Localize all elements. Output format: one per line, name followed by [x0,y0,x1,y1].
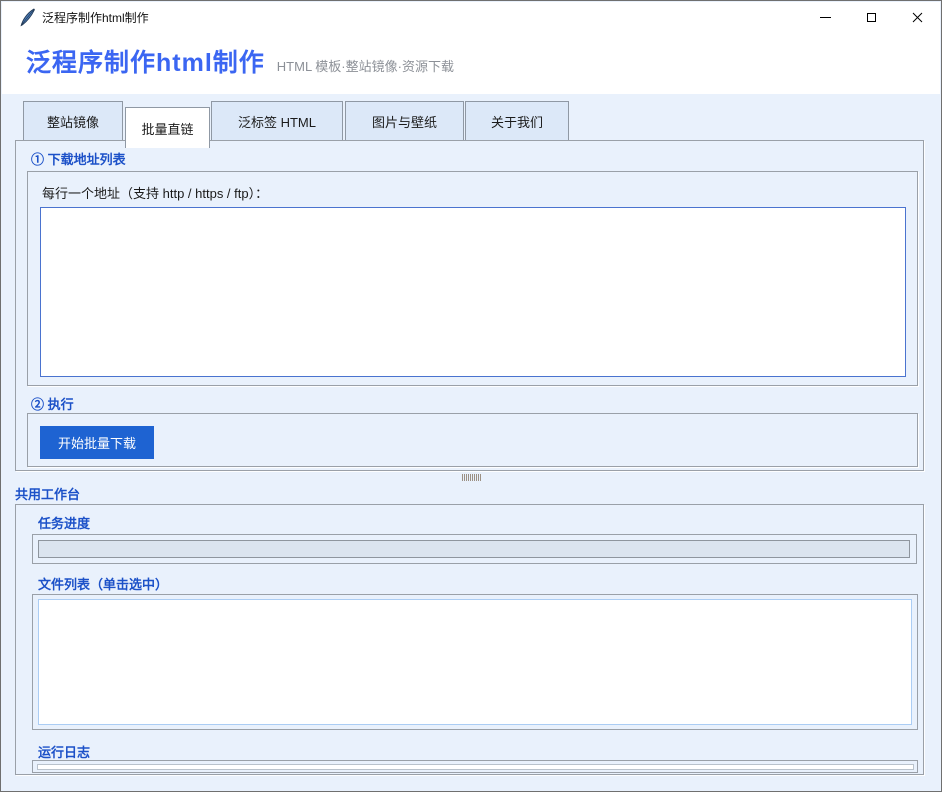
tab-batch-links[interactable]: 批量直链 [125,107,210,148]
progress-bar [38,540,910,558]
minimize-button[interactable] [802,2,848,32]
download-list-section-label: ① 下载地址列表 [31,149,126,168]
window-controls [802,2,940,32]
maximize-icon [867,13,876,22]
tk-feather-icon [19,8,36,27]
app-window: 泛程序制作html制作 泛程序制作html制作 HTML 模板·整站镜像·资源下… [0,0,942,792]
execute-section-label: ② 执行 [31,394,74,413]
start-batch-download-button[interactable]: 开始批量下载 [40,426,154,459]
run-log-frame [32,760,918,773]
task-progress-label: 任务进度 [38,513,90,532]
url-list-input[interactable] [40,207,906,377]
tab-images-wallpaper[interactable]: 图片与壁纸 [345,101,464,140]
url-hint-label: 每行一个地址（支持 http / https / ftp）： [42,183,268,202]
close-icon [912,12,923,23]
minimize-icon [820,17,831,18]
app-title: 泛程序制作html制作 [26,32,265,94]
splitter-sash-grip[interactable] [462,474,481,481]
progress-bar-frame [32,534,917,564]
run-log-label: 运行日志 [38,742,90,761]
file-listbox[interactable] [38,599,912,725]
workbench-title: 共用工作台 [15,484,80,503]
window-title: 泛程序制作html制作 [42,9,149,26]
run-log-output[interactable] [37,764,914,770]
execute-groupbox: 开始批量下载 [27,413,918,467]
titlebar[interactable]: 泛程序制作html制作 [2,2,940,32]
app-subtitle: HTML 模板·整站镜像·资源下载 [277,56,454,75]
tab-pan-tag-html[interactable]: 泛标签 HTML [211,101,343,140]
tab-site-mirror[interactable]: 整站镜像 [23,101,123,140]
file-list-label: 文件列表（单击选中） [38,574,168,593]
maximize-button[interactable] [848,2,894,32]
tab-about-us[interactable]: 关于我们 [465,101,569,140]
workbench-frame: 任务进度 文件列表（单击选中） 运行日志 [15,504,924,775]
close-button[interactable] [894,2,940,32]
url-list-groupbox: 每行一个地址（支持 http / https / ftp）： [27,171,918,386]
file-listbox-frame [32,594,918,730]
app-header: 泛程序制作html制作 HTML 模板·整站镜像·资源下载 [2,32,940,94]
